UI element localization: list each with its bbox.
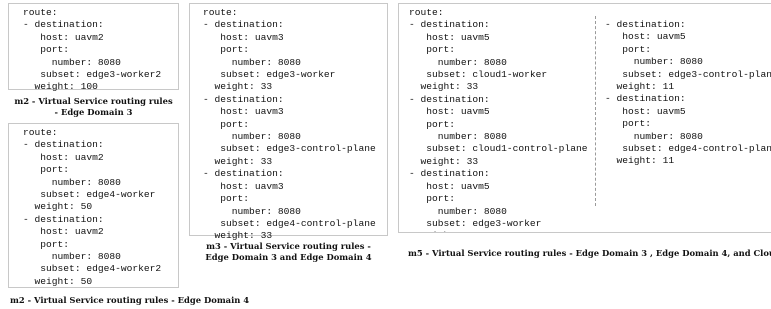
m2-edge4-yaml: route: - destination: host: uavm2 port: … [23,127,162,287]
m2-edge3-caption-line1: m2 - Virtual Service routing rules [14,96,173,106]
m3-caption: m3 - Virtual Service routing rules - Edg… [189,241,388,263]
m3-config-box: route: - destination: host: uavm3 port: … [189,3,388,241]
m3-yaml: route: - destination: host: uavm3 port: … [203,7,376,242]
m3-caption-line2: Edge Domain 3 and Edge Domain 4 [205,252,372,262]
m2-edge3-config-box: route: - destination: host: uavm2 port: … [8,3,179,92]
m2-edge3-caption-line2: - Edge Domain 3 [54,107,133,117]
m5-config-box: route: - destination: host: uavm5 port: … [398,3,771,233]
m5-column-divider [595,16,596,206]
m2-edge4-config-box: route: - destination: host: uavm2 port: … [8,123,179,288]
m3-caption-line1: m3 - Virtual Service routing rules - [206,241,371,251]
m2-edge3-caption: m2 - Virtual Service routing rules - Edg… [8,96,179,118]
m2-edge4-caption: m2 - Virtual Service routing rules - Edg… [10,295,250,305]
m5-caption: m5 - Virtual Service routing rules - Edg… [408,248,771,258]
m5-yaml-right: - destination: host: uavm5 port: number:… [605,19,771,167]
m5-yaml-left: route: - destination: host: uavm5 port: … [409,7,588,232]
m2-edge3-yaml: route: - destination: host: uavm2 port: … [23,7,162,93]
